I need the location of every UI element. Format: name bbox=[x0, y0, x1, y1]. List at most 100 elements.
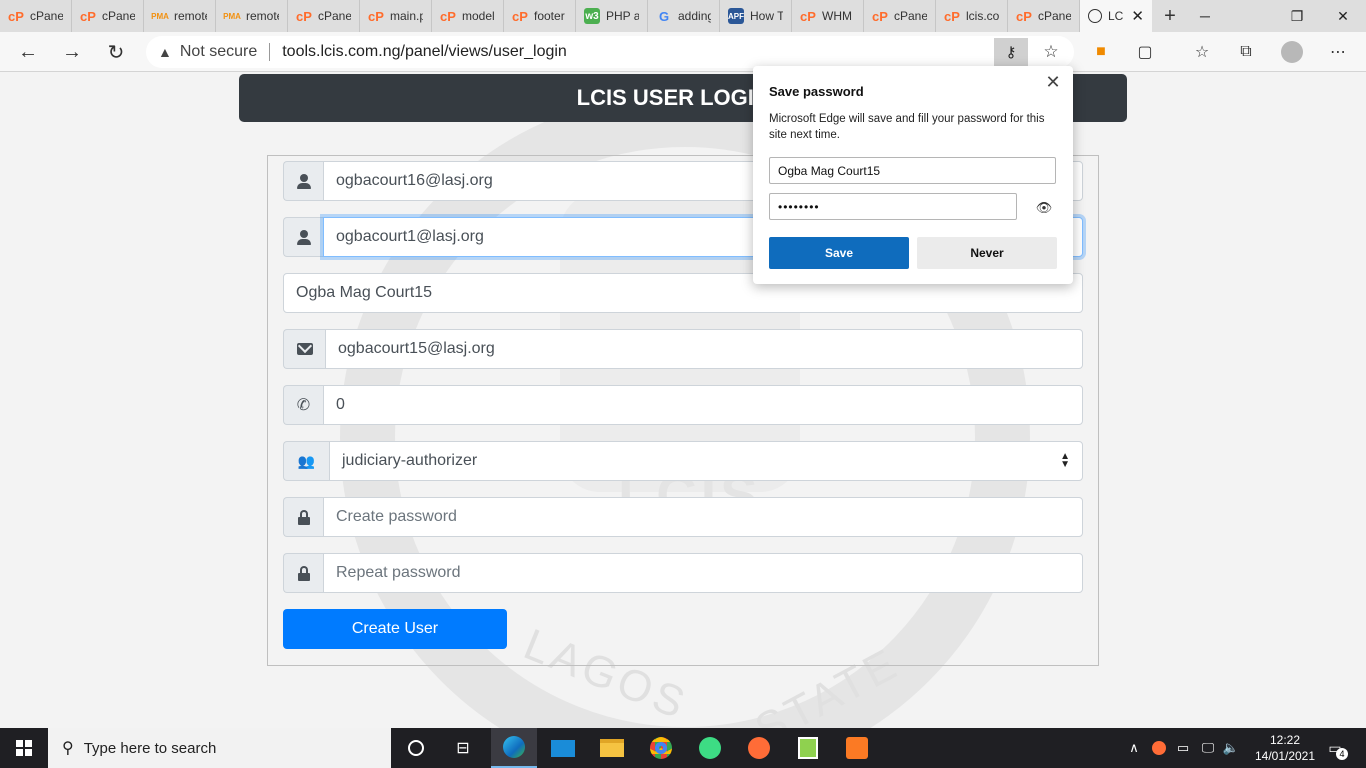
edge-taskbar-icon[interactable] bbox=[491, 728, 537, 768]
tray-app-icon[interactable] bbox=[1148, 728, 1170, 768]
save-button[interactable]: Save bbox=[769, 237, 909, 269]
browser-tab[interactable]: w3 PHP a bbox=[576, 0, 648, 32]
w3schools-icon: w3 bbox=[584, 8, 600, 24]
saved-password-field[interactable]: •••••••• bbox=[769, 193, 1017, 220]
refresh-icon[interactable]: ↻ bbox=[101, 38, 131, 66]
browser-tab[interactable]: cP main.p bbox=[360, 0, 432, 32]
browser-tab[interactable]: cP model bbox=[432, 0, 504, 32]
tab-label: lcis.co bbox=[966, 9, 999, 23]
saved-username-field[interactable]: Ogba Mag Court15 bbox=[769, 157, 1056, 184]
tab-label: model bbox=[462, 9, 495, 23]
document-icon: APF bbox=[728, 8, 744, 24]
minimize-button[interactable]: ─ bbox=[1182, 0, 1228, 32]
cpanel-icon: cP bbox=[368, 8, 384, 24]
close-icon[interactable]: ✕ bbox=[1043, 72, 1063, 92]
save-password-dialog: Save password ✕ Microsoft Edge will save… bbox=[753, 66, 1073, 284]
cpanel-icon: cP bbox=[8, 8, 24, 24]
battery-icon[interactable]: ▭ bbox=[1172, 728, 1194, 768]
google-icon: G bbox=[658, 8, 670, 24]
dialog-description: Microsoft Edge will save and fill your p… bbox=[769, 113, 1045, 141]
extension-icon[interactable]: ■ bbox=[1088, 40, 1114, 64]
phone-input[interactable]: 0 bbox=[323, 385, 1083, 425]
cpanel-icon: cP bbox=[800, 8, 816, 24]
cpanel-icon: cP bbox=[440, 8, 456, 24]
cpanel-icon: cP bbox=[296, 8, 312, 24]
create-password-input[interactable]: Create password bbox=[323, 497, 1083, 537]
show-hidden-icons[interactable]: ∧ bbox=[1124, 728, 1144, 768]
clock-date: 14/01/2021 bbox=[1254, 749, 1316, 763]
tab-actions-icon[interactable]: ⧉ bbox=[1233, 40, 1259, 64]
phpmyadmin-icon: PMA bbox=[223, 11, 241, 21]
browser-tab[interactable]: cP cPanel bbox=[864, 0, 936, 32]
never-button[interactable]: Never bbox=[917, 237, 1057, 269]
browser-tab-active[interactable]: LC ✕ bbox=[1080, 0, 1152, 32]
cpanel-icon: cP bbox=[1016, 8, 1032, 24]
more-menu-icon[interactable]: ⋯ bbox=[1325, 40, 1351, 64]
clock-time: 12:22 bbox=[1269, 733, 1301, 747]
warning-icon[interactable]: ▲ bbox=[158, 44, 172, 60]
volume-icon[interactable]: 🔈 bbox=[1220, 728, 1242, 768]
browser-tab[interactable]: APF How T bbox=[720, 0, 792, 32]
role-row: 👥 judiciary-authorizer ▲ ▼ bbox=[283, 441, 1083, 481]
cortana-icon[interactable] bbox=[393, 728, 439, 768]
xampp-icon[interactable] bbox=[834, 728, 880, 768]
repeat-password-input[interactable]: Repeat password bbox=[323, 553, 1083, 593]
forward-icon[interactable]: → bbox=[57, 38, 87, 66]
close-window-button[interactable]: ✕ bbox=[1320, 0, 1366, 32]
back-icon[interactable]: ← bbox=[13, 38, 43, 66]
browser-tab[interactable]: PMA remote bbox=[216, 0, 288, 32]
security-status[interactable]: Not secure bbox=[180, 43, 257, 61]
url-text[interactable]: tools.lcis.com.ng/panel/views/user_login bbox=[282, 43, 567, 61]
start-button[interactable] bbox=[0, 728, 48, 768]
create-user-button[interactable]: Create User bbox=[283, 609, 507, 649]
email2-row: ogbacourt15@lasj.org bbox=[283, 329, 1083, 369]
android-studio-icon[interactable] bbox=[687, 728, 733, 768]
browser-tab[interactable]: cP cPanel bbox=[0, 0, 72, 32]
network-icon[interactable]: 🖵 bbox=[1196, 728, 1220, 768]
browser-tab[interactable]: cP WHM bbox=[792, 0, 864, 32]
search-icon: ⚲ bbox=[62, 740, 74, 757]
browser-tab[interactable]: PMA remote bbox=[144, 0, 216, 32]
key-icon[interactable]: ⚷ bbox=[994, 38, 1028, 66]
browser-tab[interactable]: Gadding bbox=[648, 0, 720, 32]
profile-avatar[interactable] bbox=[1279, 40, 1305, 64]
favorite-star-icon[interactable]: ☆ bbox=[1036, 38, 1066, 66]
tab-label: remote bbox=[246, 9, 279, 23]
notification-center-icon[interactable]: ▭ 4 bbox=[1322, 736, 1348, 760]
browser-tab[interactable]: cP cPanel bbox=[1008, 0, 1080, 32]
address-bar[interactable]: ▲ Not secure tools.lcis.com.ng/panel/vie… bbox=[146, 36, 1074, 68]
dialog-title: Save password bbox=[769, 84, 864, 99]
password-row: Create password bbox=[283, 497, 1083, 537]
email2-input[interactable]: ogbacourt15@lasj.org bbox=[325, 329, 1083, 369]
favorites-icon[interactable]: ☆ bbox=[1189, 40, 1215, 64]
browser-tab[interactable]: cP footer bbox=[504, 0, 576, 32]
tab-label: cPanel bbox=[30, 9, 63, 23]
file-explorer-icon[interactable] bbox=[589, 728, 635, 768]
browser-tab[interactable]: cP cPanel bbox=[288, 0, 360, 32]
restore-button[interactable]: ❐ bbox=[1274, 0, 1320, 32]
show-password-eye-icon[interactable]: 👁 bbox=[1031, 198, 1057, 218]
task-view-icon[interactable]: ⊟ bbox=[440, 728, 486, 768]
tab-label: How T bbox=[750, 9, 783, 23]
user-icon bbox=[283, 161, 323, 201]
tab-label: PHP a bbox=[606, 9, 639, 23]
address-separator bbox=[269, 43, 271, 61]
search-placeholder: Type here to search bbox=[83, 739, 217, 757]
globe-icon bbox=[1088, 9, 1102, 23]
envelope-icon bbox=[283, 329, 325, 369]
taskbar-search[interactable]: ⚲ Type here to search bbox=[48, 728, 391, 768]
windows-taskbar: ⚲ Type here to search ⊟ ∧ ▭ 🖵 🔈 12:22 14… bbox=[0, 728, 1366, 768]
browser-tab[interactable]: cP cPanel bbox=[72, 0, 144, 32]
collections-icon[interactable]: ▢ bbox=[1132, 40, 1158, 64]
chrome-icon[interactable] bbox=[638, 728, 684, 768]
cpanel-icon: cP bbox=[872, 8, 888, 24]
tab-label: LC bbox=[1108, 9, 1124, 23]
taskbar-clock[interactable]: 12:22 14/01/2021 bbox=[1254, 732, 1316, 764]
browser-tab[interactable]: cP lcis.co bbox=[936, 0, 1008, 32]
postman-icon[interactable] bbox=[736, 728, 782, 768]
phone-row: ✆ 0 bbox=[283, 385, 1083, 425]
mail-icon[interactable] bbox=[540, 728, 586, 768]
close-tab-icon[interactable]: ✕ bbox=[1131, 7, 1144, 25]
role-select[interactable]: judiciary-authorizer ▲ ▼ bbox=[329, 441, 1083, 481]
notepad-icon[interactable] bbox=[785, 728, 831, 768]
